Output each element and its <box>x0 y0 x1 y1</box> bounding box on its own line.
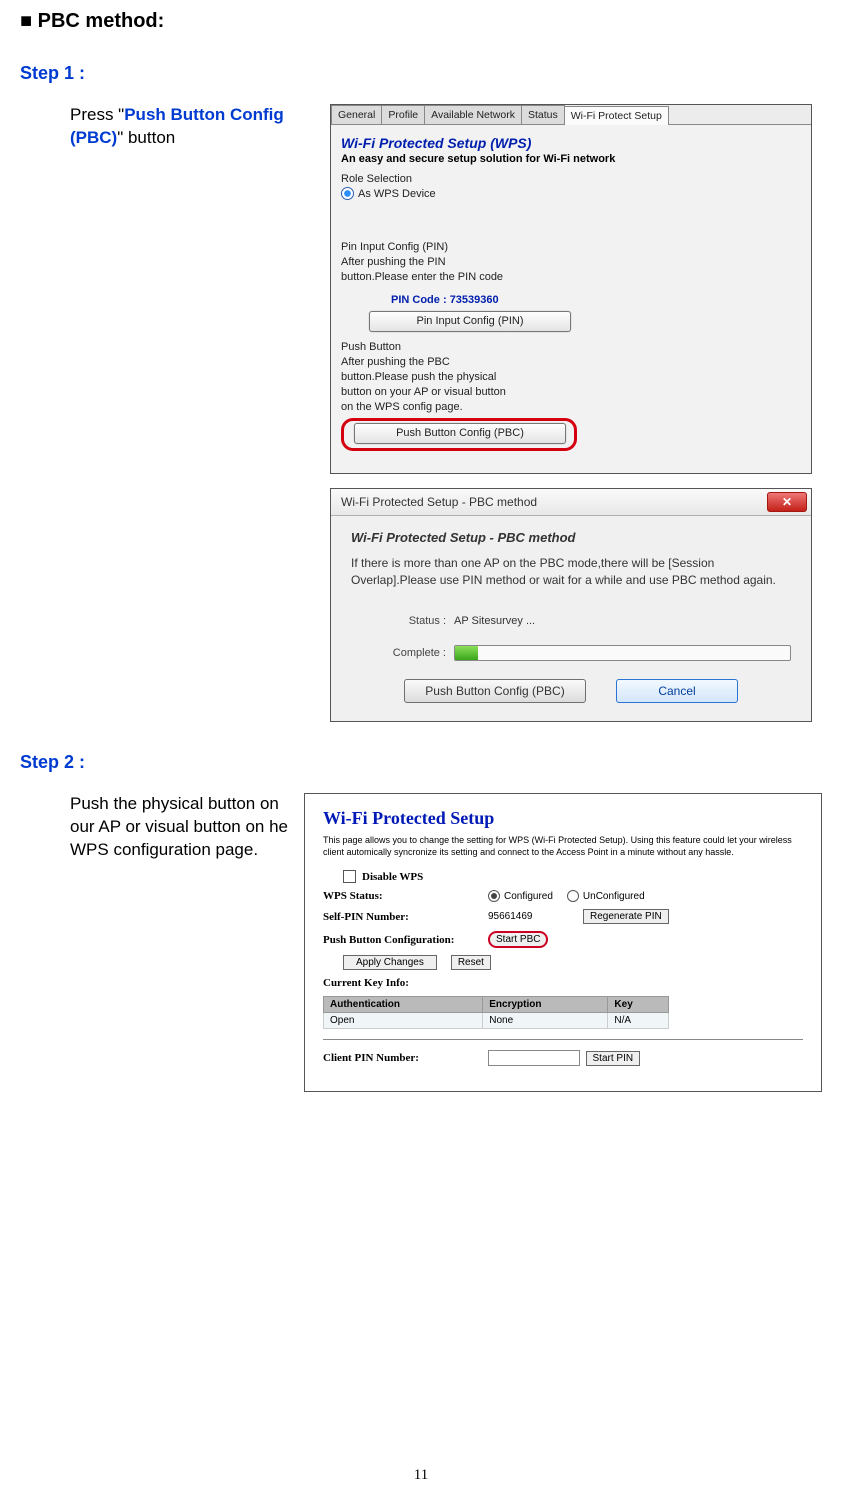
pin-block-heading: Pin Input Config (PIN) <box>341 240 801 255</box>
self-pin-value: 95661469 <box>488 911 583 922</box>
table-row: Open None N/A <box>324 1013 669 1029</box>
tab-wps[interactable]: Wi-Fi Protect Setup <box>564 106 669 125</box>
step2-text: Push the physical button on our AP or vi… <box>20 793 304 862</box>
pin-input-config-button[interactable]: Pin Input Config (PIN) <box>369 311 571 332</box>
tab-status[interactable]: Status <box>521 105 565 124</box>
progress-bar <box>454 645 791 661</box>
wps-status-label: WPS Status: <box>323 890 488 902</box>
dialog-message: If there is more than one AP on the PBC … <box>351 555 791 589</box>
push-button-config-button[interactable]: Push Button Config (PBC) <box>354 423 566 444</box>
push-block-desc: After pushing the PBC button.Please push… <box>341 355 801 414</box>
ap-wps-config-page: Wi-Fi Protected Setup This page allows y… <box>304 793 822 1092</box>
tab-bar: General Profile Available Network Status… <box>331 105 811 125</box>
step1-text: Press "Push Button Config (PBC)" button <box>20 104 330 150</box>
page-heading: ■ PBC method: <box>20 10 822 33</box>
pin-code: PIN Code : 73539360 <box>391 293 801 308</box>
tab-profile[interactable]: Profile <box>381 105 425 124</box>
complete-label: Complete : <box>351 647 454 659</box>
start-pin-button[interactable]: Start PIN <box>586 1051 641 1066</box>
radio-icon <box>341 187 354 200</box>
role-selection-label: Role Selection <box>341 173 801 185</box>
pin-block-desc: After pushing the PIN button.Please ente… <box>341 255 801 285</box>
disable-wps-row[interactable]: Disable WPS <box>343 870 803 883</box>
wps-subtitle: An easy and secure setup solution for Wi… <box>341 153 801 165</box>
progress-fill <box>455 646 478 660</box>
current-key-table: Authentication Encryption Key Open None … <box>323 996 669 1029</box>
current-key-info-label: Current Key Info: <box>323 977 488 989</box>
close-button[interactable]: ✕ <box>767 492 807 512</box>
client-pin-input[interactable] <box>488 1050 580 1066</box>
dialog-title: Wi-Fi Protected Setup - PBC method <box>341 495 537 509</box>
step2-label: Step 2 : <box>20 752 822 773</box>
tab-general[interactable]: General <box>331 105 382 124</box>
wps-title: Wi-Fi Protected Setup (WPS) <box>341 135 801 151</box>
close-icon: ✕ <box>782 495 792 509</box>
pbc-dialog: Wi-Fi Protected Setup - PBC method ✕ Wi-… <box>330 488 812 722</box>
th-enc: Encryption <box>483 997 608 1013</box>
client-pin-label: Client PIN Number: <box>323 1052 488 1064</box>
ap-page-title: Wi-Fi Protected Setup <box>323 808 803 829</box>
status-label: Status : <box>351 615 454 627</box>
dialog-pbc-button[interactable]: Push Button Config (PBC) <box>404 679 586 703</box>
checkbox-icon <box>343 870 356 883</box>
th-auth: Authentication <box>324 997 483 1013</box>
push-block-heading: Push Button <box>341 340 801 355</box>
wps-settings-panel: General Profile Available Network Status… <box>330 104 812 474</box>
regenerate-pin-button[interactable]: Regenerate PIN <box>583 909 669 924</box>
status-value: AP Sitesurvey ... <box>454 615 535 627</box>
divider <box>323 1039 803 1040</box>
tab-available-network[interactable]: Available Network <box>424 105 522 124</box>
radio-configured[interactable] <box>488 890 500 902</box>
apply-changes-button[interactable]: Apply Changes <box>343 955 437 970</box>
th-key: Key <box>608 997 668 1013</box>
cancel-button[interactable]: Cancel <box>616 679 738 703</box>
dialog-heading: Wi-Fi Protected Setup - PBC method <box>351 530 791 545</box>
ap-page-desc: This page allows you to change the setti… <box>323 835 803 858</box>
start-pbc-button[interactable]: Start PBC <box>488 931 548 948</box>
pbc-config-label: Push Button Configuration: <box>323 934 488 946</box>
self-pin-label: Self-PIN Number: <box>323 911 488 923</box>
radio-unconfigured[interactable] <box>567 890 579 902</box>
step1-label: Step 1 : <box>20 63 822 84</box>
page-number: 11 <box>414 1467 428 1484</box>
pbc-highlight-ring: Push Button Config (PBC) <box>341 418 577 451</box>
reset-button[interactable]: Reset <box>451 955 491 970</box>
role-option-wps-device[interactable]: As WPS Device <box>341 187 801 200</box>
